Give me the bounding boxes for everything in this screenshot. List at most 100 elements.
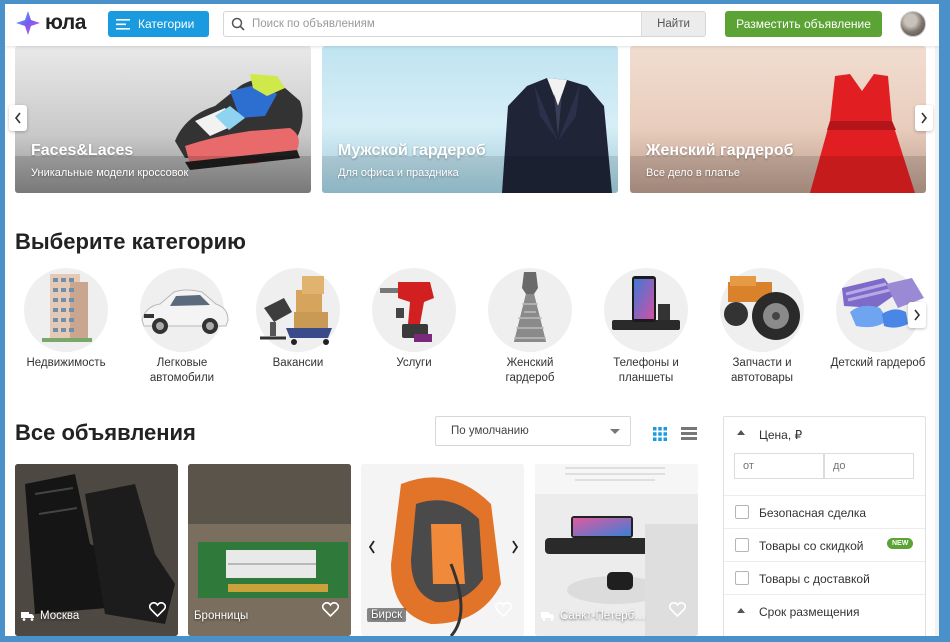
photo-prev-arrow[interactable] (363, 534, 381, 560)
sort-select-value: По умолчанию (451, 425, 529, 437)
list-icon (681, 427, 697, 440)
phone-icon (604, 268, 688, 352)
chevron-right-icon (921, 112, 928, 124)
categories-button-label: Категории (138, 17, 195, 31)
categories-heading: Выберите категорию (15, 229, 246, 254)
favorite-heart-icon[interactable] (148, 601, 167, 622)
listing-location: Санкт-Петерб… (541, 610, 646, 622)
delivery-filter[interactable]: Товары с доставкой (724, 562, 925, 595)
search-button[interactable]: Найти (641, 12, 705, 36)
page-scrollbar[interactable] (935, 46, 939, 636)
filters-panel: Цена, ₽ Безопасная сделка Товары со скид… (723, 416, 926, 636)
collapse-arrow-icon[interactable] (737, 608, 745, 613)
discount-checkbox[interactable] (735, 538, 749, 552)
promo-banners: Faces&Laces Уникальные модели кроссовок … (5, 46, 939, 194)
office-chair-icon (256, 268, 340, 352)
avatar[interactable] (900, 11, 926, 37)
categories-button[interactable]: Категории (108, 11, 209, 37)
banner-title: Мужской гардероб (338, 142, 486, 159)
menu-icon (116, 18, 130, 30)
logo-text: юла (45, 11, 86, 34)
chevron-down-icon (610, 429, 620, 434)
category-jobs[interactable]: Вакансии (240, 268, 356, 371)
new-badge: NEW (887, 538, 914, 549)
listing-card[interactable]: Бирск (361, 464, 524, 636)
delivery-checkbox[interactable] (735, 571, 749, 585)
safe-deal-filter[interactable]: Безопасная сделка (724, 496, 925, 529)
search-input[interactable] (252, 18, 641, 30)
discount-label: Товары со скидкой (759, 539, 864, 553)
banner-next-arrow[interactable] (915, 105, 933, 131)
listing-card[interactable]: Санкт-Петерб… (535, 464, 698, 636)
logo-star-icon (16, 11, 40, 35)
search-icon (224, 17, 252, 31)
price-to-input[interactable] (824, 453, 914, 479)
banner-mens-wardrobe[interactable]: Мужской гардероб Для офиса и праздника (322, 46, 618, 193)
category-auto-parts[interactable]: Запчасти и автотовары (704, 268, 820, 386)
favorite-heart-icon[interactable] (321, 601, 340, 622)
price-filter: Цена, ₽ (724, 417, 925, 496)
listing-location-text: Москва (40, 610, 80, 622)
drill-icon (372, 268, 456, 352)
category-services[interactable]: Услуги (356, 268, 472, 371)
banner-subtitle: Все дело в платье (646, 167, 740, 179)
search-bar: Найти (223, 11, 706, 37)
browser-page: юла Категории Найти Разместить объявлени… (5, 4, 939, 636)
grid-icon (653, 427, 667, 441)
category-label: Запчасти и автотовары (730, 357, 794, 384)
listing-location: Бронницы (194, 610, 248, 622)
chevron-left-icon (368, 540, 375, 554)
category-label: Недвижимость (26, 357, 106, 369)
listing-location: Бирск (367, 608, 407, 622)
category-label: Женский гардероб (505, 357, 555, 384)
list-view-toggle[interactable] (681, 427, 697, 445)
collapse-arrow-icon[interactable] (737, 430, 745, 435)
banner-womens-wardrobe[interactable]: Женский гардероб Все дело в платье (630, 46, 926, 193)
banner-title: Faces&Laces (31, 142, 134, 159)
listing-location-text: Санкт-Петерб… (560, 610, 646, 622)
category-label: Вакансии (272, 357, 324, 369)
category-cars[interactable]: Легковые автомобили (124, 268, 240, 386)
category-label: Услуги (396, 357, 432, 369)
category-womens-wardrobe[interactable]: Женский гардероб (472, 268, 588, 386)
building-icon (24, 268, 108, 352)
chevron-left-icon (14, 112, 21, 124)
category-label: Телефоны и планшеты (613, 357, 679, 384)
listing-location: Москва (21, 610, 79, 622)
car-icon (140, 268, 229, 352)
delivery-truck-icon (21, 612, 34, 621)
sort-select[interactable]: По умолчанию (435, 416, 631, 446)
category-phones[interactable]: Телефоны и планшеты (588, 268, 704, 386)
posting-period-label: Срок размещения (759, 605, 860, 619)
listing-card[interactable]: Москва (15, 464, 178, 636)
banner-subtitle: Для офиса и праздника (338, 167, 459, 179)
categories-next-arrow[interactable] (908, 302, 926, 328)
delivery-truck-icon (541, 612, 554, 621)
banner-subtitle: Уникальные модели кроссовок (31, 167, 189, 179)
category-real-estate[interactable]: Недвижимость (8, 268, 124, 371)
price-from-input[interactable] (734, 453, 824, 479)
grid-view-toggle[interactable] (653, 427, 667, 446)
favorite-heart-icon[interactable] (668, 601, 687, 622)
listing-location-text: Бирск (371, 609, 403, 621)
banner-prev-arrow[interactable] (9, 105, 27, 131)
safe-deal-checkbox[interactable] (735, 505, 749, 519)
price-filter-title: Цена, ₽ (759, 428, 803, 442)
posting-period-filter[interactable]: Срок размещения (724, 595, 925, 628)
banner-faces-laces[interactable]: Faces&Laces Уникальные модели кроссовок (15, 46, 311, 193)
delivery-label: Товары с доставкой (759, 572, 870, 586)
listing-card[interactable]: Бронницы (188, 464, 351, 636)
favorite-heart-icon[interactable] (494, 601, 513, 622)
post-ad-button[interactable]: Разместить объявление (725, 11, 882, 37)
category-label: Легковые автомобили (149, 357, 215, 384)
listings-heading: Все объявления (15, 420, 196, 445)
chevron-right-icon (512, 540, 519, 554)
safe-deal-label: Безопасная сделка (759, 506, 867, 520)
logo[interactable]: юла (15, 10, 86, 36)
chevron-right-icon (914, 309, 921, 321)
top-header: юла Категории Найти Разместить объявлени… (5, 4, 939, 46)
wheel-icon (720, 268, 804, 352)
photo-next-arrow[interactable] (506, 534, 524, 560)
dress-icon (488, 268, 572, 352)
banner-title: Женский гардероб (646, 142, 794, 159)
